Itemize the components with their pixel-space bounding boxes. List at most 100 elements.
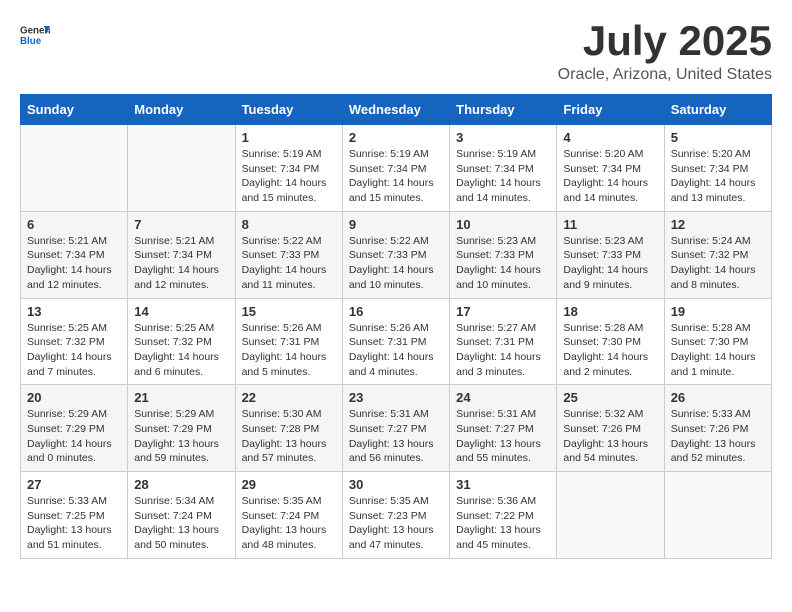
day-info: Sunrise: 5:19 AM Sunset: 7:34 PM Dayligh… [456,147,550,206]
day-number: 21 [134,390,228,405]
calendar-cell [21,125,128,212]
day-info: Sunrise: 5:20 AM Sunset: 7:34 PM Dayligh… [563,147,657,206]
day-number: 7 [134,217,228,232]
day-info: Sunrise: 5:28 AM Sunset: 7:30 PM Dayligh… [671,321,765,380]
day-info: Sunrise: 5:26 AM Sunset: 7:31 PM Dayligh… [349,321,443,380]
calendar-cell: 9Sunrise: 5:22 AM Sunset: 7:33 PM Daylig… [342,211,449,298]
logo: General Blue [20,20,50,50]
calendar-cell: 18 Sunrise: 5:28 AM Sunset: 7:30 PM Dayli… [557,298,664,385]
day-info: Sunrise: 5:36 AM Sunset: 7:22 PM Dayligh… [456,494,550,553]
location-title: Oracle, Arizona, United States [558,66,772,84]
day-number: 11 [563,217,657,232]
calendar-cell: 16 Sunrise: 5:26 AM Sunset: 7:31 PM Dayli… [342,298,449,385]
day-info: Sunrise: 5:29 AM Sunset: 7:29 PM Dayligh… [27,407,121,466]
calendar-cell: 12Sunrise: 5:24 AM Sunset: 7:32 PM Dayli… [664,211,771,298]
calendar-cell: 5 Sunrise: 5:20 AM Sunset: 7:34 PM Daylig… [664,125,771,212]
day-info: Sunrise: 5:20 AM Sunset: 7:34 PM Dayligh… [671,147,765,206]
day-info: Sunrise: 5:35 AM Sunset: 7:23 PM Dayligh… [349,494,443,553]
calendar-cell: 6 Sunrise: 5:21 AM Sunset: 7:34 PM Daylig… [21,211,128,298]
calendar-week-row: 1 Sunrise: 5:19 AM Sunset: 7:34 PM Daylig… [21,125,772,212]
day-info: Sunrise: 5:19 AM Sunset: 7:34 PM Dayligh… [349,147,443,206]
day-info: Sunrise: 5:22 AM Sunset: 7:33 PM Dayligh… [349,234,443,293]
day-number: 14 [134,304,228,319]
day-info: Sunrise: 5:21 AM Sunset: 7:34 PM Dayligh… [27,234,121,293]
calendar-cell [557,472,664,559]
day-number: 5 [671,130,765,145]
calendar-cell: 2 Sunrise: 5:19 AM Sunset: 7:34 PM Daylig… [342,125,449,212]
day-number: 1 [242,130,336,145]
calendar-cell: 8 Sunrise: 5:22 AM Sunset: 7:33 PM Daylig… [235,211,342,298]
day-number: 24 [456,390,550,405]
day-number: 26 [671,390,765,405]
calendar-cell: 15 Sunrise: 5:26 AM Sunset: 7:31 PM Dayli… [235,298,342,385]
month-title: July 2025 [558,20,772,62]
calendar-cell: 3 Sunrise: 5:19 AM Sunset: 7:34 PM Daylig… [450,125,557,212]
day-info: Sunrise: 5:22 AM Sunset: 7:33 PM Dayligh… [242,234,336,293]
calendar-cell: 7 Sunrise: 5:21 AM Sunset: 7:34 PM Daylig… [128,211,235,298]
calendar-cell: 20 Sunrise: 5:29 AM Sunset: 7:29 PM Dayli… [21,385,128,472]
calendar-cell: 1 Sunrise: 5:19 AM Sunset: 7:34 PM Daylig… [235,125,342,212]
calendar-cell: 21 Sunrise: 5:29 AM Sunset: 7:29 PM Dayli… [128,385,235,472]
day-number: 6 [27,217,121,232]
calendar-header-tuesday: Tuesday [235,95,342,125]
calendar-cell: 11 Sunrise: 5:23 AM Sunset: 7:33 PM Dayli… [557,211,664,298]
calendar-cell: 29Sunrise: 5:35 AM Sunset: 7:24 PM Dayli… [235,472,342,559]
day-number: 3 [456,130,550,145]
day-info: Sunrise: 5:19 AM Sunset: 7:34 PM Dayligh… [242,147,336,206]
calendar-cell: 30Sunrise: 5:35 AM Sunset: 7:23 PM Dayli… [342,472,449,559]
day-number: 28 [134,477,228,492]
day-info: Sunrise: 5:23 AM Sunset: 7:33 PM Dayligh… [563,234,657,293]
day-number: 18 [563,304,657,319]
calendar-table: SundayMondayTuesdayWednesdayThursdayFrid… [20,94,772,559]
day-number: 15 [242,304,336,319]
calendar-cell: 10Sunrise: 5:23 AM Sunset: 7:33 PM Dayli… [450,211,557,298]
calendar-cell: 22Sunrise: 5:30 AM Sunset: 7:28 PM Dayli… [235,385,342,472]
day-info: Sunrise: 5:31 AM Sunset: 7:27 PM Dayligh… [349,407,443,466]
day-number: 27 [27,477,121,492]
day-number: 17 [456,304,550,319]
calendar-week-row: 20 Sunrise: 5:29 AM Sunset: 7:29 PM Dayli… [21,385,772,472]
day-info: Sunrise: 5:26 AM Sunset: 7:31 PM Dayligh… [242,321,336,380]
day-number: 8 [242,217,336,232]
calendar-header-monday: Monday [128,95,235,125]
calendar-header-row: SundayMondayTuesdayWednesdayThursdayFrid… [21,95,772,125]
day-number: 29 [242,477,336,492]
calendar-cell: 25 Sunrise: 5:32 AM Sunset: 7:26 PM Dayli… [557,385,664,472]
day-number: 2 [349,130,443,145]
day-info: Sunrise: 5:32 AM Sunset: 7:26 PM Dayligh… [563,407,657,466]
calendar-cell: 31Sunrise: 5:36 AM Sunset: 7:22 PM Dayli… [450,472,557,559]
day-info: Sunrise: 5:33 AM Sunset: 7:25 PM Dayligh… [27,494,121,553]
calendar-cell: 4 Sunrise: 5:20 AM Sunset: 7:34 PM Daylig… [557,125,664,212]
calendar-week-row: 13 Sunrise: 5:25 AM Sunset: 7:32 PM Dayli… [21,298,772,385]
day-info: Sunrise: 5:25 AM Sunset: 7:32 PM Dayligh… [27,321,121,380]
calendar-header-thursday: Thursday [450,95,557,125]
svg-text:Blue: Blue [20,36,42,47]
day-number: 25 [563,390,657,405]
day-info: Sunrise: 5:23 AM Sunset: 7:33 PM Dayligh… [456,234,550,293]
calendar-cell: 14Sunrise: 5:25 AM Sunset: 7:32 PM Dayli… [128,298,235,385]
day-info: Sunrise: 5:28 AM Sunset: 7:30 PM Dayligh… [563,321,657,380]
day-number: 16 [349,304,443,319]
title-area: July 2025 Oracle, Arizona, United States [558,20,772,84]
day-number: 13 [27,304,121,319]
day-number: 23 [349,390,443,405]
calendar-cell: 23 Sunrise: 5:31 AM Sunset: 7:27 PM Dayli… [342,385,449,472]
calendar-week-row: 27 Sunrise: 5:33 AM Sunset: 7:25 PM Dayli… [21,472,772,559]
day-number: 4 [563,130,657,145]
day-number: 20 [27,390,121,405]
day-info: Sunrise: 5:30 AM Sunset: 7:28 PM Dayligh… [242,407,336,466]
day-info: Sunrise: 5:33 AM Sunset: 7:26 PM Dayligh… [671,407,765,466]
calendar-cell: 17Sunrise: 5:27 AM Sunset: 7:31 PM Dayli… [450,298,557,385]
calendar-header-saturday: Saturday [664,95,771,125]
day-info: Sunrise: 5:29 AM Sunset: 7:29 PM Dayligh… [134,407,228,466]
calendar-cell: 13 Sunrise: 5:25 AM Sunset: 7:32 PM Dayli… [21,298,128,385]
calendar-week-row: 6 Sunrise: 5:21 AM Sunset: 7:34 PM Daylig… [21,211,772,298]
day-info: Sunrise: 5:24 AM Sunset: 7:32 PM Dayligh… [671,234,765,293]
calendar-header-wednesday: Wednesday [342,95,449,125]
calendar-cell: 27 Sunrise: 5:33 AM Sunset: 7:25 PM Dayli… [21,472,128,559]
calendar-cell: 24 Sunrise: 5:31 AM Sunset: 7:27 PM Dayli… [450,385,557,472]
logo-icon: General Blue [20,20,50,50]
day-info: Sunrise: 5:21 AM Sunset: 7:34 PM Dayligh… [134,234,228,293]
day-info: Sunrise: 5:31 AM Sunset: 7:27 PM Dayligh… [456,407,550,466]
day-number: 19 [671,304,765,319]
